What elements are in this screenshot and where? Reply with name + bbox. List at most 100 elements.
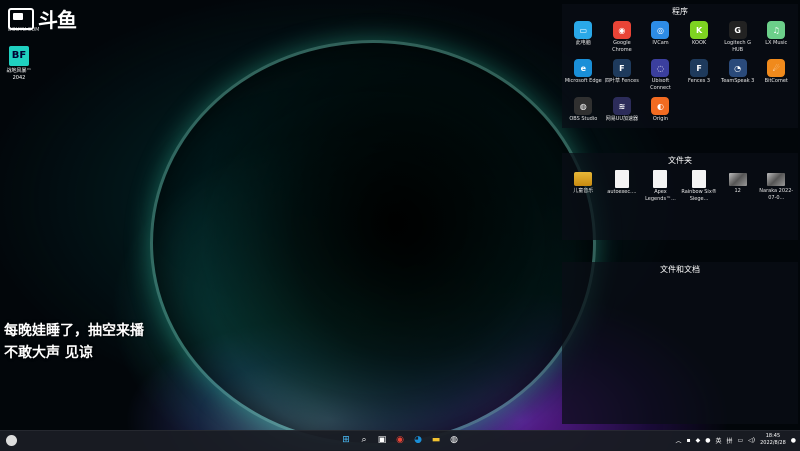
task-view-icon[interactable]: ▣ bbox=[375, 433, 389, 447]
system-tray: ︿ ▪ ◆ ● 英 拼 ▭ ◁) 18:45 2022/8/28 ● bbox=[675, 433, 796, 447]
desktop-icon-label: 战地风暴™ 2042 bbox=[6, 68, 32, 81]
app-label: IVCam bbox=[652, 40, 669, 46]
folder-grid: 儿童音乐 autoexec.... Apex Legends™... Rainbow … bbox=[562, 167, 798, 205]
folder-item[interactable]: 12 bbox=[718, 167, 757, 202]
app-label: BitComet bbox=[764, 78, 788, 84]
app-icon: ◔ bbox=[728, 59, 747, 77]
app-label: OBS Studio bbox=[569, 116, 598, 122]
app-icon: ◍ bbox=[574, 97, 593, 115]
app-shortcut[interactable]: ♫ LX Music bbox=[757, 18, 796, 53]
app-shortcut[interactable]: F Fences 3 bbox=[680, 56, 719, 91]
overlay-line-2: 不敢大声 见谅 bbox=[4, 345, 93, 361]
app-icon: e bbox=[574, 59, 593, 77]
clock[interactable]: 18:45 2022/8/28 bbox=[760, 433, 786, 447]
folder-item-label: 12 bbox=[734, 188, 741, 194]
image-icon bbox=[767, 173, 786, 186]
ime-language[interactable]: 英 bbox=[715, 436, 721, 445]
app-label: Ubisoft Connect bbox=[650, 78, 671, 91]
app-label: Origin bbox=[652, 116, 669, 122]
clock-date: 2022/8/28 bbox=[760, 440, 786, 446]
edge-icon[interactable]: ◕ bbox=[411, 433, 425, 447]
app-shortcut[interactable]: ◔ TeamSpeak 3 bbox=[718, 56, 757, 91]
app-shortcut[interactable]: ◍ OBS Studio bbox=[564, 94, 603, 123]
taskbar: ⊞ ⌕ ▣ ◉ ◕ ▬ ◍ ︿ ▪ ◆ ● 英 拼 ▭ ◁) 18:45 202… bbox=[0, 430, 800, 451]
logo-text: 斗鱼 bbox=[38, 8, 77, 32]
folder-item[interactable]: 儿童音乐 bbox=[564, 167, 603, 202]
app-label: Fences 3 bbox=[688, 78, 711, 84]
folder-item[interactable]: Apex Legends™... bbox=[641, 167, 680, 202]
notification-icon[interactable]: ● bbox=[791, 437, 796, 444]
app-icon: K bbox=[690, 21, 709, 39]
wallpaper-bloom bbox=[150, 40, 596, 446]
weather-icon[interactable] bbox=[6, 435, 17, 446]
app-icon: F bbox=[612, 59, 631, 77]
tray-app-icon[interactable]: ● bbox=[705, 437, 710, 444]
app-shortcut[interactable]: ☄ BitComet bbox=[757, 56, 796, 91]
tray-app-icon[interactable]: ◆ bbox=[696, 437, 701, 444]
fence-title: 文件夹 bbox=[668, 156, 692, 165]
folder-item[interactable]: Rainbow Six® Siege... bbox=[680, 167, 719, 202]
app-icon: ▭ bbox=[574, 21, 593, 39]
app-label: Google Chrome bbox=[612, 40, 632, 53]
chevron-up-icon[interactable]: ︿ bbox=[675, 436, 681, 445]
app-shortcut[interactable]: G Logitech G HUB bbox=[718, 18, 757, 53]
clock-time: 18:45 bbox=[765, 433, 781, 439]
app-icon: G bbox=[728, 21, 747, 39]
app-label: KOOK bbox=[692, 40, 707, 46]
file-icon bbox=[614, 170, 629, 188]
network-icon[interactable]: ▭ bbox=[737, 437, 743, 444]
app-icon: F bbox=[690, 59, 709, 77]
fence-title: 程序 bbox=[672, 7, 688, 16]
file-icon bbox=[653, 170, 668, 188]
app-label: 此电脑 bbox=[575, 40, 591, 46]
ime-mode[interactable]: 拼 bbox=[726, 436, 732, 445]
folder-item[interactable]: autoexec.... bbox=[603, 167, 642, 202]
file-explorer-icon[interactable]: ▬ bbox=[429, 433, 443, 447]
folder-item-label: Apex Legends™... bbox=[645, 189, 676, 202]
app-icon: ♫ bbox=[767, 21, 786, 39]
fence-documents: 文件和文档 bbox=[562, 262, 798, 424]
app-shortcut[interactable]: ▭ 此电脑 bbox=[564, 18, 603, 53]
folder-icon bbox=[574, 172, 593, 186]
desktop-icon-battlefield[interactable]: BF 战地风暴™ 2042 bbox=[4, 46, 34, 82]
folder-item-label: Naraka 2022-07-0... bbox=[759, 188, 794, 201]
app-shortcut[interactable]: ≋ 网易UU加速器 bbox=[603, 94, 642, 123]
folder-item-label: 儿童音乐 bbox=[573, 188, 594, 194]
battlefield-icon: BF bbox=[9, 46, 29, 66]
fence-folders: 文件夹 儿童音乐 autoexec.... Apex Legends™... Rain… bbox=[562, 153, 798, 240]
app-icon: ≋ bbox=[612, 97, 631, 115]
app-icon: ◉ bbox=[612, 21, 631, 39]
app-shortcut[interactable]: K KOOK bbox=[680, 18, 719, 53]
app-label: 四叶草 Fences bbox=[604, 78, 639, 84]
app-icon: ◎ bbox=[651, 21, 670, 39]
taskbar-apps: ⊞ ⌕ ▣ ◉ ◕ ▬ ◍ bbox=[339, 433, 461, 447]
folder-item[interactable]: Naraka 2022-07-0... bbox=[757, 167, 796, 202]
app-shortcut[interactable]: ◌ Ubisoft Connect bbox=[641, 56, 680, 91]
app-label: Logitech G HUB bbox=[724, 40, 752, 53]
fence-programs: 程序 ▭ 此电脑 ◉ Google Chrome ◎ IVCam K KOOK G Logitec… bbox=[562, 4, 798, 128]
app-shortcut[interactable]: ◎ IVCam bbox=[641, 18, 680, 53]
program-grid: ▭ 此电脑 ◉ Google Chrome ◎ IVCam K KOOK G Logitech G… bbox=[562, 18, 798, 126]
overlay-line-1: 每晚娃睡了，抽空来播 bbox=[4, 323, 144, 339]
app-shortcut[interactable]: ◉ Google Chrome bbox=[603, 18, 642, 53]
file-icon bbox=[692, 170, 707, 188]
search-icon[interactable]: ⌕ bbox=[357, 433, 371, 447]
app-label: Microsoft Edge bbox=[564, 78, 602, 84]
app-shortcut[interactable]: e Microsoft Edge bbox=[564, 56, 603, 91]
tray-app-icon[interactable]: ▪ bbox=[686, 437, 690, 444]
app-shortcut[interactable]: ◐ Origin bbox=[641, 94, 680, 123]
app-icon: ☄ bbox=[767, 59, 786, 77]
folder-item-label: autoexec.... bbox=[607, 189, 637, 195]
volume-icon[interactable]: ◁) bbox=[748, 437, 755, 444]
image-icon bbox=[728, 173, 747, 186]
app-label: 网易UU加速器 bbox=[605, 116, 639, 122]
stream-overlay-text: 每晚娃睡了，抽空来播 不敢大声 见谅 bbox=[4, 320, 144, 364]
app-icon: ◐ bbox=[651, 97, 670, 115]
chrome-icon[interactable]: ◉ bbox=[393, 433, 407, 447]
start-icon[interactable]: ⊞ bbox=[339, 433, 353, 447]
app-icon: ◌ bbox=[651, 59, 670, 77]
fence-title: 文件和文档 bbox=[660, 265, 700, 274]
obs-icon[interactable]: ◍ bbox=[447, 433, 461, 447]
app-shortcut[interactable]: F 四叶草 Fences bbox=[603, 56, 642, 91]
app-label: LX Music bbox=[765, 40, 788, 46]
